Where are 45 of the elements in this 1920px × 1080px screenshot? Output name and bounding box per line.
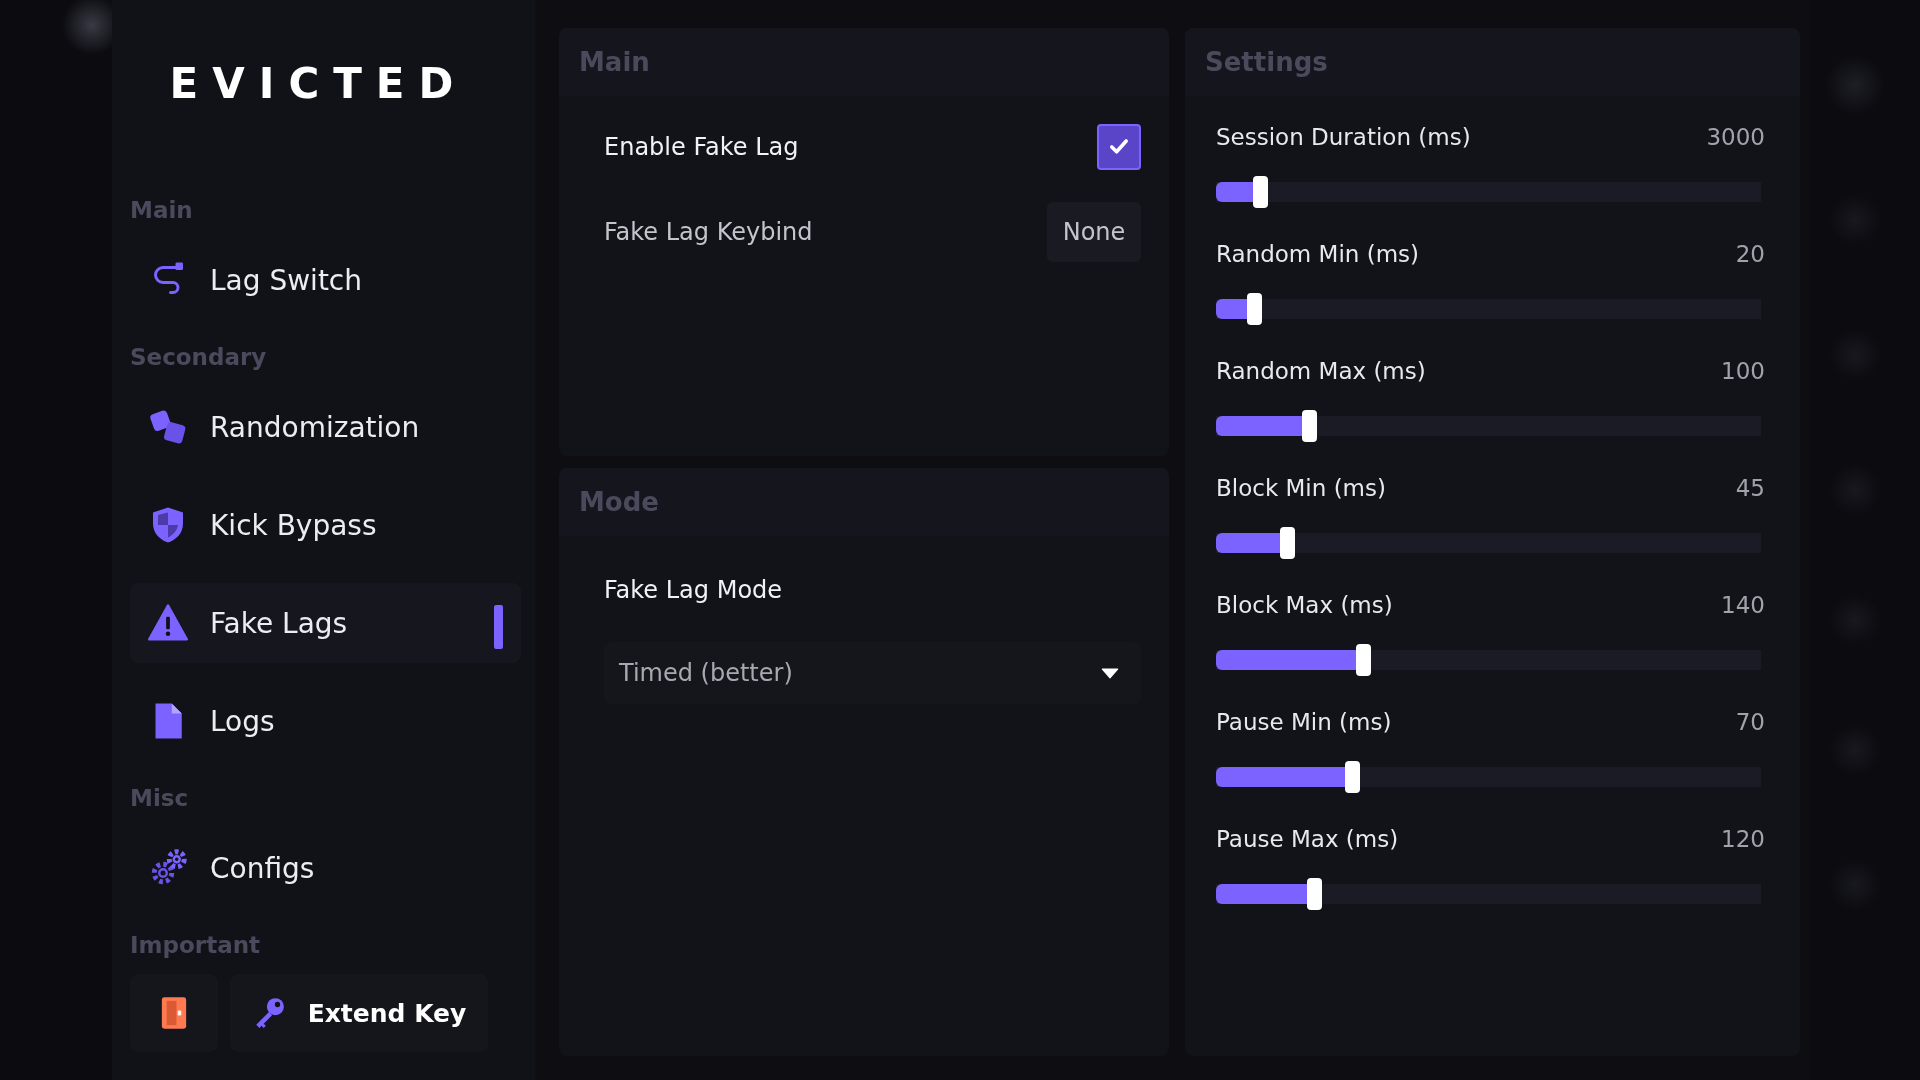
slider-thumb[interactable] [1345,761,1361,793]
exit-button[interactable] [130,974,218,1052]
section-label: Secondary [130,343,268,372]
section-label: Main [130,196,194,225]
slider-label: Block Max (ms) [1216,591,1393,620]
slider-value: 20 [1735,240,1765,269]
caret-icon [1101,667,1119,679]
slider-thumb[interactable] [1307,878,1323,910]
slider-label: Session Duration (ms) [1216,123,1471,152]
slider-value: 70 [1735,708,1765,737]
slider-thumb[interactable] [1247,293,1263,325]
slider-value: 100 [1721,357,1765,386]
slider-label: Random Max (ms) [1216,357,1426,386]
slider-thumb[interactable] [1301,410,1317,442]
nav-item[interactable]: Fake Lags [130,583,521,663]
slider-label: Random Min (ms) [1216,240,1419,269]
slider-thumb[interactable] [1356,644,1372,676]
slider-label: Block Min (ms) [1216,474,1386,503]
slider-label: Pause Max (ms) [1216,825,1399,854]
app-logo: EVICTED [168,58,469,110]
panel-title: Mode [579,487,659,517]
warning-icon [148,603,188,643]
panel-title: Settings [1205,47,1328,77]
nav-item[interactable]: Kick Bypass [130,485,521,565]
selection-indicator [494,605,503,649]
slider-value: 3000 [1706,123,1765,152]
slider-value: 140 [1721,591,1765,620]
nav-item[interactable]: Configs [130,828,521,908]
nav-item[interactable]: Logs [130,681,521,761]
section-label: Important [130,931,261,960]
option-label: Fake Lag Keybind [604,218,813,246]
slider-thumb[interactable] [1252,176,1268,208]
slider-value: 45 [1735,474,1765,503]
option-label: Fake Lag Mode [604,576,783,604]
section-label: Misc [130,784,190,813]
nav-item[interactable]: Randomization [130,387,521,467]
option-label: Enable Fake Lag [604,133,799,161]
nav-item[interactable]: Lag Switch [130,240,521,320]
checkbox[interactable] [1097,124,1141,170]
slider-label: Pause Min (ms) [1216,708,1392,737]
panel-title: Main [579,47,650,77]
slider-value: 120 [1721,825,1765,854]
keybind-button[interactable]: None [1047,202,1141,262]
extend-key-button[interactable]: Extend Key [230,974,488,1052]
slider-thumb[interactable] [1279,527,1295,559]
